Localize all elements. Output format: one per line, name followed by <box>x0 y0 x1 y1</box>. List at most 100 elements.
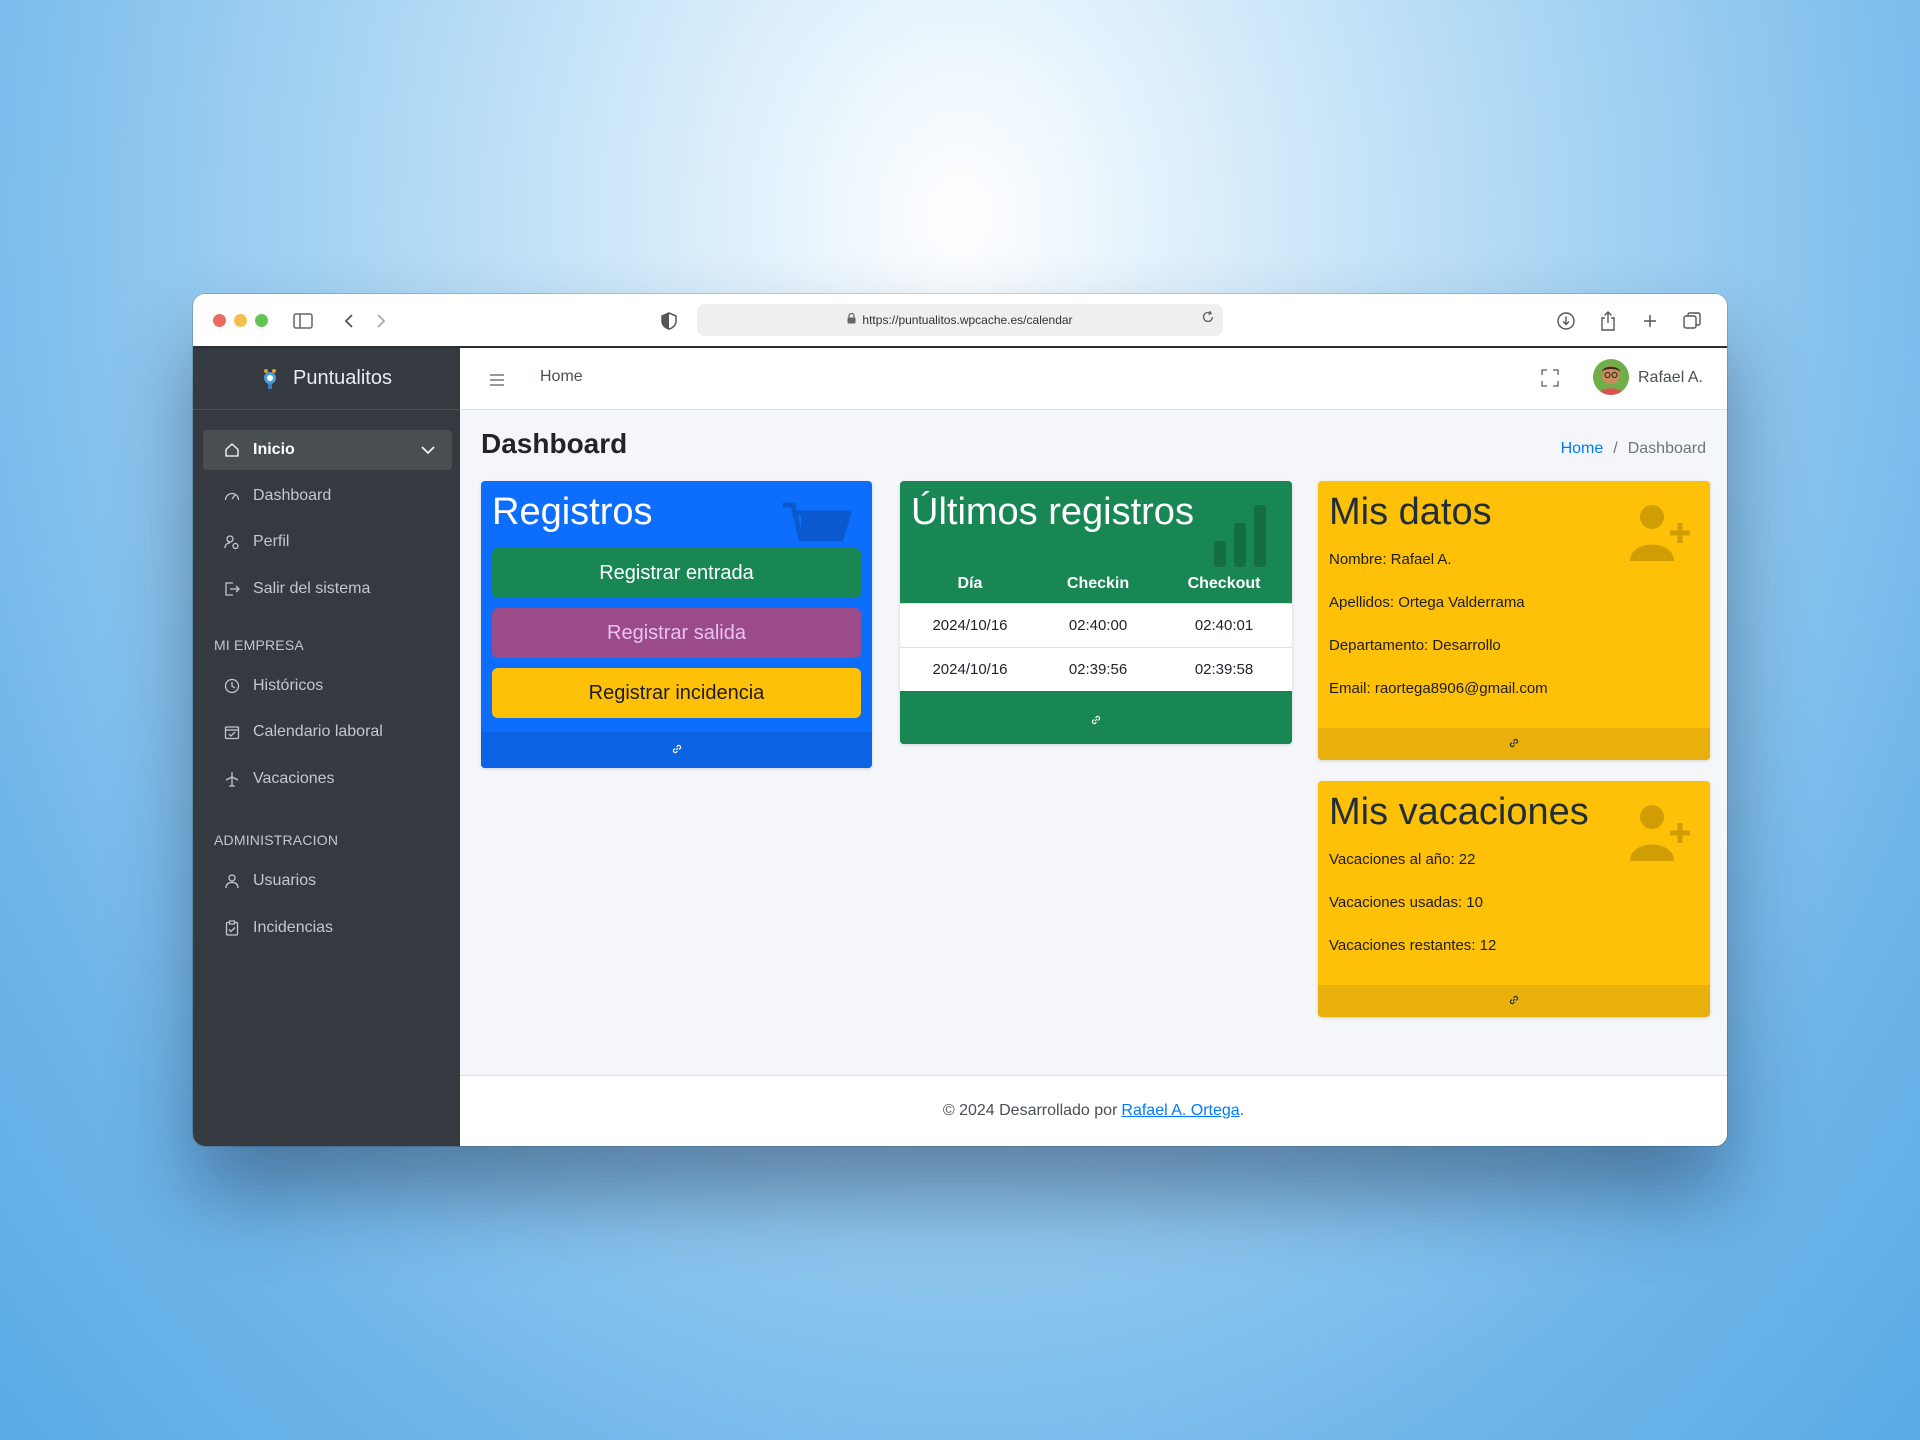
link-icon <box>1508 994 1520 1009</box>
url-text: https://puntualitos.wpcache.es/calendar <box>862 313 1073 327</box>
maximize-window-button[interactable] <box>255 314 268 327</box>
bar-chart-icon <box>1210 503 1270 572</box>
page-footer: © 2024 Desarrollado por Rafael A. Ortega… <box>460 1075 1727 1146</box>
lock-icon <box>847 312 856 327</box>
mis-vacaciones-title: Mis vacaciones <box>1329 791 1589 833</box>
share-icon[interactable] <box>1597 306 1619 336</box>
table-row: 2024/10/16 02:40:00 02:40:01 <box>900 602 1292 647</box>
user-plus-icon <box>1628 803 1692 868</box>
mis-datos-card: Mis datos Nombre: Rafael A. Apellidos: O… <box>1318 481 1710 760</box>
brand-name: Puntualitos <box>293 367 392 389</box>
breadcrumb-current: Dashboard <box>1627 440 1706 457</box>
brand[interactable]: Puntualitos <box>193 348 460 410</box>
new-tab-icon[interactable] <box>1639 306 1661 336</box>
sidebar-item-label: Perfil <box>253 533 290 550</box>
chevron-down-icon[interactable] <box>420 442 436 460</box>
vacaciones-anio-text: Vacaciones al año: 22 <box>1329 851 1476 868</box>
user-name[interactable]: Rafael A. <box>1638 369 1703 387</box>
plane-icon <box>223 770 241 788</box>
sidebar-item-dashboard[interactable]: Dashboard <box>203 476 452 516</box>
clock-icon <box>223 677 241 695</box>
registrar-incidencia-button[interactable]: Registrar incidencia <box>492 668 861 718</box>
nav-home-link[interactable]: Home <box>540 368 583 386</box>
breadcrumb-home[interactable]: Home <box>1561 440 1604 458</box>
sidebar-item-inicio[interactable]: Inicio <box>203 430 452 470</box>
sidebar-item-salir[interactable]: Salir del sistema <box>203 569 452 609</box>
cell-checkout: 02:39:58 <box>1156 646 1292 691</box>
mis-vacaciones-footer-link[interactable] <box>1318 985 1710 1017</box>
sidebar: Puntualitos Inicio Dashboard Perfil Sali… <box>193 348 460 1146</box>
download-icon[interactable] <box>1555 306 1577 336</box>
calendar-icon <box>223 723 241 741</box>
tab-overview-icon[interactable] <box>1681 306 1703 336</box>
vacaciones-usadas-text: Vacaciones usadas: 10 <box>1329 894 1483 911</box>
mis-datos-footer-link[interactable] <box>1318 728 1710 760</box>
sidebar-item-label: Salir del sistema <box>253 580 371 597</box>
logout-icon <box>223 580 241 598</box>
breadcrumb: Home / Dashboard <box>1561 440 1706 458</box>
browser-titlebar: https://puntualitos.wpcache.es/calendar <box>193 294 1727 348</box>
browser-window: https://puntualitos.wpcache.es/calendar … <box>193 294 1727 1146</box>
footer-suffix: . <box>1239 1102 1245 1119</box>
minimize-window-button[interactable] <box>234 314 247 327</box>
page-title: Dashboard <box>481 428 628 459</box>
section-header-admin: ADMINISTRACION <box>214 832 339 848</box>
dashboard-icon <box>223 487 241 505</box>
ultimos-registros-card: Últimos registros Día Checkin Checkout 2… <box>900 481 1292 744</box>
sidebar-item-usuarios[interactable]: Usuarios <box>203 861 452 901</box>
privacy-shield-icon[interactable] <box>659 306 679 336</box>
sidebar-item-label: Vacaciones <box>253 770 335 787</box>
sidebar-item-label: Dashboard <box>253 487 332 504</box>
ultimos-footer-link[interactable] <box>900 698 1292 744</box>
column-header: Checkout <box>1187 574 1261 592</box>
cell-checkin: 02:40:00 <box>1039 602 1157 647</box>
registros-card: Registros Registrar entrada Registrar sa… <box>481 481 872 768</box>
nombre-text: Nombre: Rafael A. <box>1329 551 1452 568</box>
sidebar-item-label: Usuarios <box>253 872 317 889</box>
apellidos-text: Apellidos: Ortega Valderrama <box>1329 594 1525 611</box>
link-icon <box>1090 714 1102 729</box>
user-gear-icon <box>223 533 241 551</box>
registrar-entrada-button[interactable]: Registrar entrada <box>492 548 861 598</box>
forward-icon[interactable] <box>371 306 391 336</box>
sidebar-item-historicos[interactable]: Históricos <box>203 666 452 706</box>
email-text: Email: raortega8906@gmail.com <box>1329 680 1548 697</box>
sidebar-item-calendario[interactable]: Calendario laboral <box>203 712 452 752</box>
close-window-button[interactable] <box>213 314 226 327</box>
ultimos-title: Últimos registros <box>911 491 1194 533</box>
column-header: Día <box>957 574 983 592</box>
fullscreen-icon[interactable] <box>1540 368 1560 393</box>
table-row: 2024/10/16 02:39:56 02:39:58 <box>900 646 1292 691</box>
top-navbar: Home Rafael A. <box>460 348 1727 410</box>
sidebar-item-label: Inicio <box>253 441 295 458</box>
address-bar[interactable]: https://puntualitos.wpcache.es/calendar <box>697 304 1223 336</box>
cell-checkin: 02:39:56 <box>1039 646 1157 691</box>
cell-dia: 2024/10/16 <box>900 646 1040 691</box>
breadcrumb-separator: / <box>1613 440 1618 457</box>
section-header-empresa: MI EMPRESA <box>214 637 304 653</box>
footer-author-link[interactable]: Rafael A. Ortega <box>1121 1102 1239 1120</box>
link-icon <box>1508 737 1520 752</box>
registros-footer-link[interactable] <box>481 732 872 768</box>
reload-icon[interactable] <box>1201 310 1215 327</box>
column-header: Checkin <box>1066 574 1130 592</box>
menu-icon[interactable] <box>490 370 504 391</box>
link-icon <box>671 743 683 758</box>
user-plus-icon <box>1628 503 1692 568</box>
cell-checkout: 02:40:01 <box>1156 602 1292 647</box>
registros-title: Registros <box>492 491 653 533</box>
sidebar-item-incidencias[interactable]: Incidencias <box>203 908 452 948</box>
home-icon <box>223 441 241 459</box>
back-icon[interactable] <box>339 306 359 336</box>
sidebar-toggle-icon[interactable] <box>290 306 316 336</box>
sidebar-item-perfil[interactable]: Perfil <box>203 522 452 562</box>
vacaciones-restantes-text: Vacaciones restantes: 12 <box>1329 937 1497 954</box>
sidebar-item-label: Históricos <box>253 677 324 694</box>
clipboard-icon <box>223 919 241 937</box>
footer-text: © 2024 Desarrollado por <box>942 1102 1118 1119</box>
cell-dia: 2024/10/16 <box>900 602 1040 647</box>
avatar[interactable] <box>1593 359 1629 395</box>
registrar-salida-button[interactable]: Registrar salida <box>492 608 861 658</box>
sidebar-item-vacaciones[interactable]: Vacaciones <box>203 759 452 799</box>
main-content: Home Rafael A. Dashboard Home / Dashboar… <box>460 348 1727 1146</box>
